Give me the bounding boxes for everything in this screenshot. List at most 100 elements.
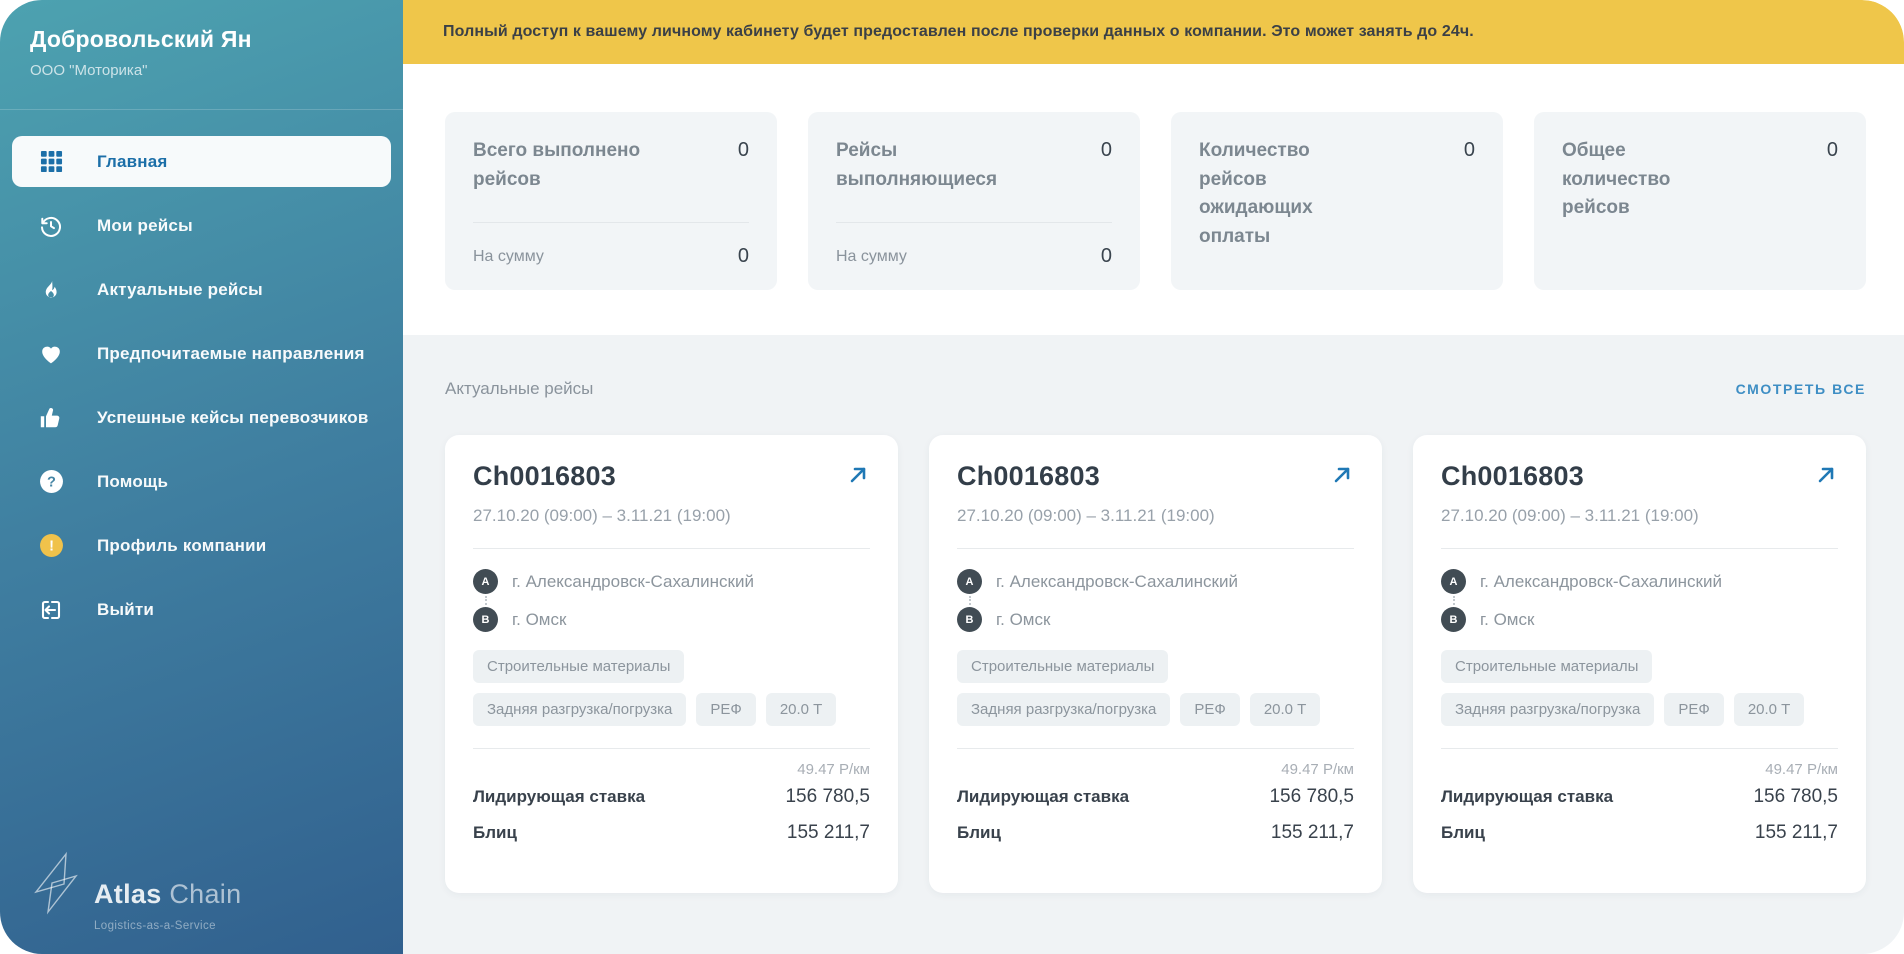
sidebar-item-success-cases[interactable]: Успешные кейсы перевозчиков [12, 392, 391, 443]
leading-bid-value: 156 780,5 [1753, 786, 1838, 807]
svg-text:?: ? [47, 475, 56, 491]
ride-divider [957, 748, 1354, 749]
section-title: Актуальные рейсы [445, 379, 594, 398]
route-connector [485, 596, 487, 605]
loading-tag: Задняя разгрузка/погрузка [1441, 693, 1655, 726]
app-window: Добровольский Ян ООО "Моторика" Главная … [0, 0, 1904, 954]
ride-id: Ch0016803 [473, 461, 616, 491]
open-ride-icon[interactable] [846, 463, 870, 487]
atlas-chain-logo-icon [26, 850, 86, 916]
ride-route: A г. Александровск-Сахалинский B г. Омск [1441, 569, 1838, 632]
open-ride-icon[interactable] [1814, 463, 1838, 487]
stat-sub-label: На сумму [473, 247, 544, 265]
stat-divider [836, 222, 1112, 223]
stat-sub-label: На сумму [836, 247, 907, 265]
blitz-value: 155 211,7 [1754, 822, 1838, 843]
ride-divider [957, 548, 1354, 549]
ride-id: Ch0016803 [957, 461, 1100, 491]
user-name: Добровольский Ян [30, 26, 252, 52]
heart-icon [38, 341, 64, 367]
cargo-tag: Строительные материалы [473, 650, 685, 683]
route-badge-a: A [473, 569, 498, 594]
route-connector [1453, 596, 1455, 605]
route-badge-b: B [957, 607, 982, 632]
ride-id: Ch0016803 [1441, 461, 1584, 491]
leading-bid-label: Лидирующая ставка [1441, 787, 1614, 806]
banner-text: Полный доступ к вашему личному кабинету … [443, 23, 1474, 40]
sidebar-item-label: Предпочитаемые направления [97, 343, 365, 363]
actual-rides-section: Актуальные рейсы СМОТРЕТЬ ВСЕ Ch0016803 … [403, 335, 1904, 954]
open-ride-icon[interactable] [1330, 463, 1354, 487]
loading-tag: Задняя разгрузка/погрузка [473, 693, 687, 726]
blitz-value: 155 211,7 [786, 822, 870, 843]
sidebar-nav: Главная Мои рейсы Актуальные рейсы Предп… [0, 110, 403, 635]
sidebar-item-label: Главная [97, 151, 168, 171]
stat-value: 0 [1463, 139, 1475, 161]
logo-title: Atlas Chain [94, 879, 241, 910]
stat-title: Количество рейсов ожидающих оплаты [1199, 140, 1313, 247]
see-all-link[interactable]: СМОТРЕТЬ ВСЕ [1736, 381, 1866, 397]
ride-card[interactable]: Ch0016803 27.10.20 (09:00) – 3.11.21 (19… [445, 435, 898, 893]
sidebar-item-actual-rides[interactable]: Актуальные рейсы [12, 264, 391, 315]
sidebar-item-company-profile[interactable]: ! Профиль компании [12, 520, 391, 571]
logo-tagline: Logistics-as-a-Service [94, 920, 216, 932]
stat-card-completed: Всего выполнено рейсов 0 На сумму 0 [445, 112, 777, 290]
route-badge-a: A [957, 569, 982, 594]
blitz-label: Блиц [473, 823, 517, 842]
history-icon [38, 213, 64, 239]
ride-divider [1441, 548, 1838, 549]
sidebar-item-label: Актуальные рейсы [97, 279, 263, 299]
sidebar-item-favorite-directions[interactable]: Предпочитаемые направления [12, 328, 391, 379]
leading-bid-label: Лидирующая ставка [473, 787, 646, 806]
ref-tag: РЕФ [696, 693, 756, 726]
user-block[interactable]: Добровольский Ян ООО "Моторика" [0, 0, 403, 97]
stat-card-awaiting-payment: Количество рейсов ожидающих оплаты 0 [1171, 112, 1503, 290]
stats-area: Всего выполнено рейсов 0 На сумму 0 Рейс… [403, 64, 1904, 335]
ride-card[interactable]: Ch0016803 27.10.20 (09:00) – 3.11.21 (19… [1413, 435, 1866, 893]
route-from: г. Александровск-Сахалинский [1480, 571, 1722, 591]
ride-card[interactable]: Ch0016803 27.10.20 (09:00) – 3.11.21 (19… [929, 435, 1382, 893]
sidebar-item-label: Успешные кейсы перевозчиков [97, 407, 369, 427]
rate-per-km: 49.47 Р/км [1281, 761, 1354, 778]
route-from: г. Александровск-Сахалинский [512, 571, 754, 591]
sidebar-item-label: Профиль компании [97, 535, 267, 555]
flame-icon [38, 277, 64, 303]
svg-text:!: ! [49, 539, 54, 555]
leading-bid-label: Лидирующая ставка [957, 787, 1130, 806]
stat-sub-value: 0 [737, 245, 749, 267]
verification-banner: Полный доступ к вашему личному кабинету … [403, 0, 1904, 64]
user-company: ООО "Моторика" [30, 62, 148, 79]
weight-tag: 20.0 Т [1249, 693, 1321, 726]
stat-sub-value: 0 [1100, 245, 1112, 267]
ride-route: A г. Александровск-Сахалинский B г. Омск [957, 569, 1354, 632]
logo-block: Atlas Chain Logistics-as-a-Service [26, 850, 241, 932]
sidebar-item-home[interactable]: Главная [12, 136, 391, 187]
stat-title: Рейсы выполняющиеся [836, 140, 998, 190]
stat-value: 0 [737, 139, 749, 161]
route-badge-b: B [1441, 607, 1466, 632]
blitz-label: Блиц [957, 823, 1001, 842]
rate-per-km: 49.47 Р/км [797, 761, 870, 778]
route-to: г. Омск [512, 609, 567, 629]
leading-bid-value: 156 780,5 [785, 786, 870, 807]
stat-title: Общее количество рейсов [1562, 140, 1671, 218]
thumbs-up-icon [38, 405, 64, 431]
sidebar-item-my-rides[interactable]: Мои рейсы [12, 200, 391, 251]
ride-route: A г. Александровск-Сахалинский B г. Омск [473, 569, 870, 632]
sidebar-item-help[interactable]: ? Помощь [12, 456, 391, 507]
cargo-tag: Строительные материалы [957, 650, 1169, 683]
loading-tag: Задняя разгрузка/погрузка [957, 693, 1171, 726]
cargo-tag: Строительные материалы [1441, 650, 1653, 683]
blitz-label: Блиц [1441, 823, 1485, 842]
rate-per-km: 49.47 Р/км [1765, 761, 1838, 778]
warning-icon: ! [38, 533, 64, 559]
ride-dates: 27.10.20 (09:00) – 3.11.21 (19:00) [957, 506, 1215, 525]
stat-title: Всего выполнено рейсов [473, 140, 641, 190]
ride-dates: 27.10.20 (09:00) – 3.11.21 (19:00) [1441, 506, 1699, 525]
logo-title-bold: Atlas [94, 879, 162, 909]
sidebar-item-logout[interactable]: Выйти [12, 584, 391, 635]
logout-icon [38, 597, 64, 623]
stat-divider [473, 222, 749, 223]
stat-card-in-progress: Рейсы выполняющиеся 0 На сумму 0 [808, 112, 1140, 290]
route-connector [969, 596, 971, 605]
